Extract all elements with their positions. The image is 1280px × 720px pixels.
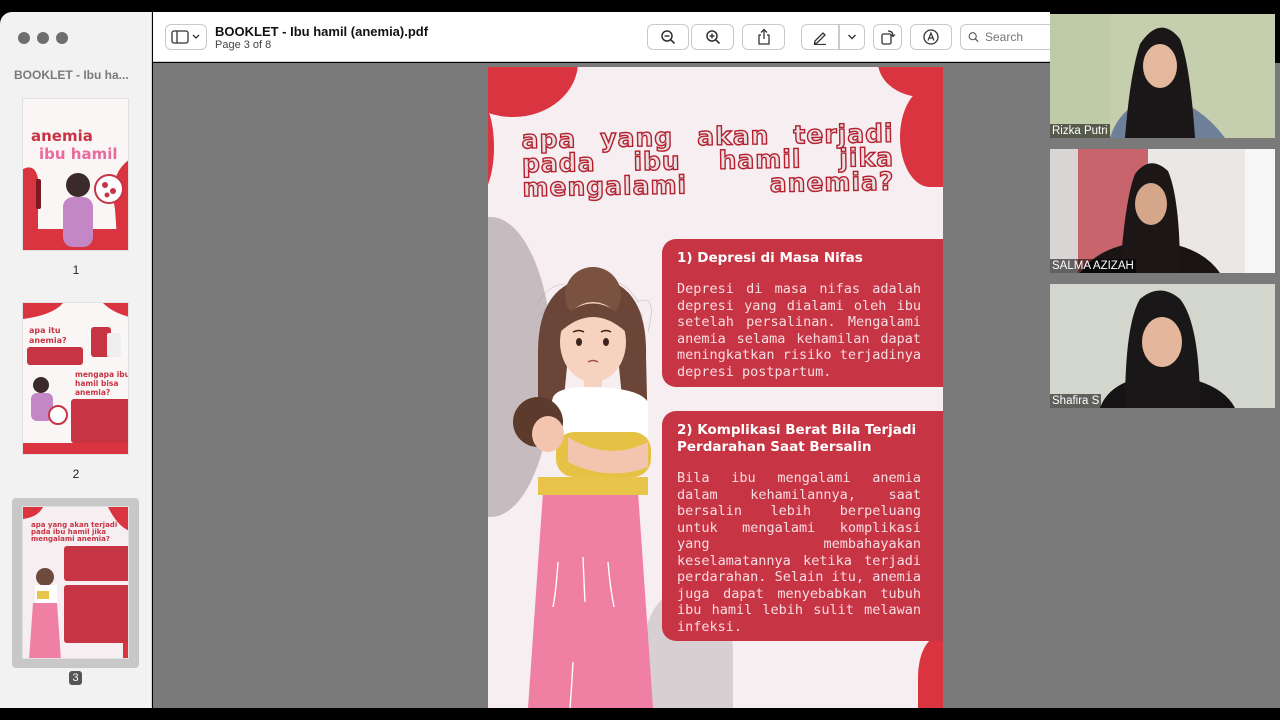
search-input[interactable] (985, 30, 1055, 44)
toolbar: BOOKLET - Ibu hamil (anemia).pdf Page 3 … (153, 12, 1055, 62)
page-thumbnail-2[interactable]: apa itu anemia? mengapa ibu hamil bisa a… (12, 294, 139, 464)
svg-text:ibu hamil: ibu hamil (39, 145, 118, 163)
participant-image (1050, 284, 1275, 408)
thumbnail-label-1: 1 (72, 263, 80, 277)
screen: BOOKLET - Ibu ha... anemia ibu hamil 1 a… (0, 12, 1280, 708)
participant-video-3[interactable]: Shafira S (1050, 284, 1275, 408)
card-1-body: Depresi di masa nifas adalah depresi yan… (677, 281, 921, 380)
info-card-1: 1) Depresi di Masa Nifas Depresi di masa… (662, 239, 943, 387)
card-1-title: 1) Depresi di Masa Nifas (677, 250, 863, 266)
close-window-button[interactable] (18, 32, 30, 44)
svg-text:anemia?: anemia? (29, 336, 67, 345)
markup-menu-button[interactable] (839, 24, 865, 50)
share-button[interactable] (742, 24, 785, 50)
page-heading: apa yang akan terjadi pada ibu hamil jik… (521, 118, 896, 203)
svg-text:mengalami anemia?: mengalami anemia? (31, 535, 110, 543)
sidebar-toggle-icon (171, 30, 200, 44)
svg-text:anemia?: anemia? (75, 388, 110, 397)
search-icon (968, 32, 979, 43)
decorative-blob (918, 637, 943, 708)
markup-pen-icon (813, 32, 826, 45)
chevron-down-icon (848, 34, 856, 40)
participant-name-1: Rizka Putri (1050, 124, 1110, 138)
share-icon (757, 28, 770, 45)
thumbnail-label-2: 2 (72, 467, 80, 481)
decorative-blob (900, 87, 943, 187)
mother-baby-illustration (513, 267, 653, 708)
card-2-body: Bila ibu mengalami anemia dalam kehamila… (677, 470, 921, 635)
sidebar-title: BOOKLET - Ibu ha... (14, 68, 129, 82)
search-field[interactable] (960, 24, 1055, 50)
sidebar-toggle-button[interactable] (165, 24, 207, 50)
rotate-button[interactable] (873, 24, 902, 50)
svg-text:mengapa ibu: mengapa ibu (75, 370, 129, 379)
zoom-window-button[interactable] (56, 32, 68, 44)
zoom-out-icon (661, 30, 676, 45)
annotate-icon (923, 29, 939, 45)
thumbnail-image: anemia ibu hamil (22, 98, 129, 251)
page-thumbnail-1[interactable]: anemia ibu hamil (12, 90, 139, 260)
document-title: BOOKLET - Ibu hamil (anemia).pdf (215, 24, 429, 39)
zoom-in-button[interactable] (691, 24, 734, 50)
participant-name-3: Shafira S (1050, 394, 1102, 408)
rotate-icon (880, 30, 895, 45)
thumbnail-image: apa itu anemia? mengapa ibu hamil bisa a… (22, 302, 129, 455)
page-thumbnail-3[interactable]: apa yang akan terjadi pada ibu hamil jik… (12, 498, 139, 668)
thumbnail-sidebar: BOOKLET - Ibu ha... anemia ibu hamil 1 a… (0, 12, 152, 708)
participant-image (1050, 14, 1275, 138)
markup-button[interactable] (801, 24, 839, 50)
thumbnail-image: apa yang akan terjadi pada ibu hamil jik… (22, 506, 129, 659)
participant-video-1[interactable]: Rizka Putri (1050, 14, 1275, 138)
svg-text:anemia: anemia (31, 127, 93, 145)
participant-name-2: SALMA AZIZAH (1050, 259, 1136, 273)
zoom-in-icon (705, 30, 720, 45)
card-2-title: 2) Komplikasi Berat Bila Terjadi Perdara… (677, 422, 917, 455)
info-card-2: 2) Komplikasi Berat Bila Terjadi Perdara… (662, 411, 943, 641)
minimize-window-button[interactable] (37, 32, 49, 44)
participant-video-2[interactable]: SALMA AZIZAH (1050, 149, 1275, 273)
zoom-out-button[interactable] (647, 24, 689, 50)
thumbnail-label-3: 3 (69, 671, 82, 685)
svg-text:hamil bisa: hamil bisa (75, 379, 118, 388)
page-indicator: Page 3 of 8 (215, 39, 272, 51)
annotate-button[interactable] (910, 24, 952, 50)
pdf-page: apa yang akan terjadi pada ibu hamil jik… (488, 67, 943, 708)
svg-text:apa itu: apa itu (29, 326, 61, 335)
participant-image (1050, 149, 1275, 273)
decorative-blob (488, 67, 578, 117)
